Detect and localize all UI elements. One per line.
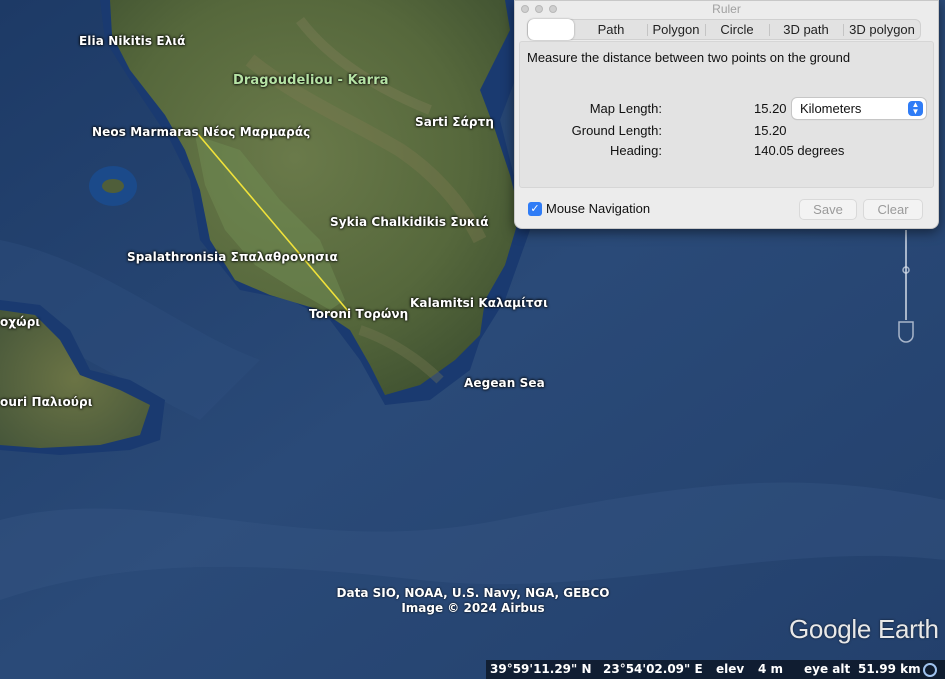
place-label-elia: Elia Nikitis Ελιά (79, 34, 186, 48)
tab-path[interactable]: Path (575, 20, 647, 39)
eye-alt-value: 51.99 km (858, 662, 921, 676)
unit-select[interactable]: Kilometers ▲ ▼ (792, 98, 926, 119)
ground-length-value: 15.20 (754, 123, 787, 138)
tab-circle[interactable]: Circle (706, 20, 768, 39)
place-label-kalamitsi: Kalamitsi Καλαμίτσι (410, 296, 548, 310)
sea-label-aegean: Aegean Sea (464, 376, 545, 390)
place-label-sarti: Sarti Σάρτη (415, 115, 495, 129)
map-length-label: Map Length: (589, 101, 662, 116)
unit-select-value: Kilometers (800, 101, 862, 116)
tab-polygon[interactable]: Polygon (648, 20, 704, 39)
tab-3d-polygon[interactable]: 3D polygon (844, 20, 920, 39)
latitude-readout: 39°59'11.29" N (490, 662, 592, 676)
measurement-panel: Measure the distance between two points … (519, 41, 934, 188)
save-button[interactable]: Save (799, 199, 857, 220)
mouse-navigation-checkbox[interactable]: ✓ (528, 202, 542, 216)
heading-label: Heading: (609, 143, 662, 158)
map-length-value: 15.20 (754, 101, 787, 116)
chevron-updown-icon: ▲ ▼ (908, 101, 923, 116)
google-earth-logo: Google Earth (789, 614, 939, 644)
ruler-mode-tabs: Path Polygon Circle 3D path 3D polygon (527, 19, 921, 40)
tab-3d-path[interactable]: 3D path (770, 20, 842, 39)
eye-alt-label: eye alt (804, 662, 851, 676)
place-label-sykia: Sykia Chalkidikis Συκιά (330, 215, 489, 229)
mouse-navigation-label[interactable]: Mouse Navigation (546, 201, 650, 216)
checkmark-icon: ✓ (530, 203, 540, 215)
elevation-label: elev (716, 662, 745, 676)
ruler-description: Measure the distance between two points … (527, 50, 851, 65)
dialog-title: Ruler (712, 2, 741, 16)
ground-length-label: Ground Length: (571, 123, 662, 138)
elevation-value: 4 m (758, 662, 784, 676)
attribution-data: Data SIO, NOAA, U.S. Navy, NGA, GEBCO (336, 586, 610, 600)
region-label-dragoudeliou: Dragoudeliou - Karra (233, 73, 389, 88)
attribution-image: Image © 2024 Airbus (401, 601, 545, 615)
tab-line[interactable] (528, 19, 574, 40)
place-label-partial-left: οχώρι (0, 315, 41, 329)
status-bar: 39°59'11.29" N 23°54'02.09" E elev 4 m e… (486, 660, 945, 679)
place-label-neos-marmaras: Neos Marmaras Νέος Μαρμαράς (92, 125, 311, 139)
dialog-titlebar[interactable]: Ruler (515, 1, 938, 17)
longitude-readout: 23°54'02.09" E (603, 662, 703, 676)
place-label-toroni: Toroni Τορώνη (309, 307, 409, 321)
zoom-slider[interactable] (896, 230, 916, 345)
clear-button[interactable]: Clear (863, 199, 923, 220)
heading-value: 140.05 degrees (754, 143, 845, 158)
place-label-spalathronisia: Spalathronisia Σπαλαθρονησια (127, 250, 338, 264)
streaming-indicator-icon (923, 663, 937, 677)
place-label-paliouri: ouri Παλιούρι (0, 395, 93, 409)
ruler-dialog: Ruler Path Polygon Circle 3D path 3D pol… (514, 0, 939, 229)
